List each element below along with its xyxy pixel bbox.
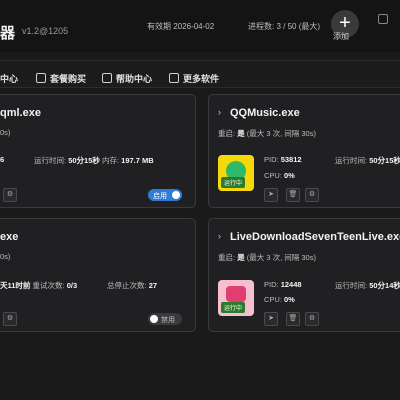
app-version: v1.2@1205	[22, 26, 69, 36]
expiry-label: 有效期	[147, 22, 171, 31]
process-runtime: 运行时间: 50分15秒 内存: 197.7 MB	[34, 156, 154, 165]
process-restart: 重启: 是 (最大 3 次, 间隔 30s)	[218, 129, 316, 138]
process-restart: 重启: 是 (最大 3 次, 间隔 30s)	[218, 253, 316, 262]
process-info: 进程数: 3 / 50 (最大)	[248, 21, 320, 32]
gear-icon[interactable]: ⚙	[3, 188, 17, 202]
toggle-knob	[150, 315, 158, 323]
running-badge: 运行中	[221, 177, 246, 188]
process-pid: PID: 12448	[264, 280, 302, 289]
process-runtime: 运行时间: 50分14秒	[335, 281, 400, 290]
enable-toggle[interactable]: 启用	[148, 189, 182, 201]
nav-item-center[interactable]: 中心	[0, 72, 18, 85]
process-stats: 天11时前 重试次数: 0/3	[0, 281, 78, 290]
process-runtime: 运行时间: 50分15秒	[335, 156, 400, 165]
gear-icon[interactable]: ⚙	[3, 312, 17, 326]
nav-item-more-software[interactable]: 更多软件	[169, 72, 219, 85]
nav-item-help[interactable]: 帮助中心	[102, 72, 152, 85]
gear-icon[interactable]: ⚙	[305, 312, 319, 326]
help-icon	[102, 73, 112, 83]
window-control-button[interactable]	[378, 14, 388, 24]
process-note: (最大)	[298, 22, 321, 31]
disable-toggle[interactable]: 禁用	[148, 313, 182, 325]
process-name: qml.exe	[0, 107, 41, 119]
toggle-knob	[172, 191, 180, 199]
nav-item-package[interactable]: 套餐购买	[36, 72, 86, 85]
send-icon[interactable]: ➤	[264, 312, 278, 326]
qqmusic-app-icon: 运行中	[218, 155, 254, 191]
process-name: exe	[0, 231, 19, 243]
gear-icon[interactable]: ⚙	[305, 188, 319, 202]
trash-icon[interactable]: 🗑	[286, 188, 300, 202]
chevron-right-icon[interactable]: ›	[218, 231, 221, 241]
add-label: 添加	[333, 32, 349, 41]
process-restart-detail: 0s)	[0, 128, 11, 137]
app-title: 器	[0, 25, 16, 42]
process-pid: 6	[0, 155, 5, 164]
process-cpu: CPU: 0%	[264, 295, 295, 304]
live-download-app-icon: 运行中	[218, 280, 254, 316]
grid-icon	[169, 73, 179, 83]
trash-icon[interactable]: 🗑	[286, 312, 300, 326]
process-cpu: CPU: 0%	[264, 171, 295, 180]
expiry-info: 有效期 2026-04-02	[147, 21, 214, 32]
process-value: 3 / 50	[276, 22, 297, 31]
chevron-right-icon[interactable]: ›	[218, 107, 221, 117]
process-restart-detail: 0s)	[0, 252, 11, 261]
process-stop-count: 总停止次数: 27	[107, 281, 158, 290]
send-icon[interactable]: ➤	[264, 188, 278, 202]
package-icon	[36, 73, 46, 83]
process-label: 进程数:	[248, 22, 275, 31]
process-name: LiveDownloadSevenTeenLive.exe	[230, 231, 400, 243]
process-pid: PID: 53812	[264, 155, 302, 164]
expiry-date: 2026-04-02	[173, 22, 215, 31]
running-badge: 运行中	[221, 302, 246, 313]
process-name: QQMusic.exe	[230, 107, 300, 119]
